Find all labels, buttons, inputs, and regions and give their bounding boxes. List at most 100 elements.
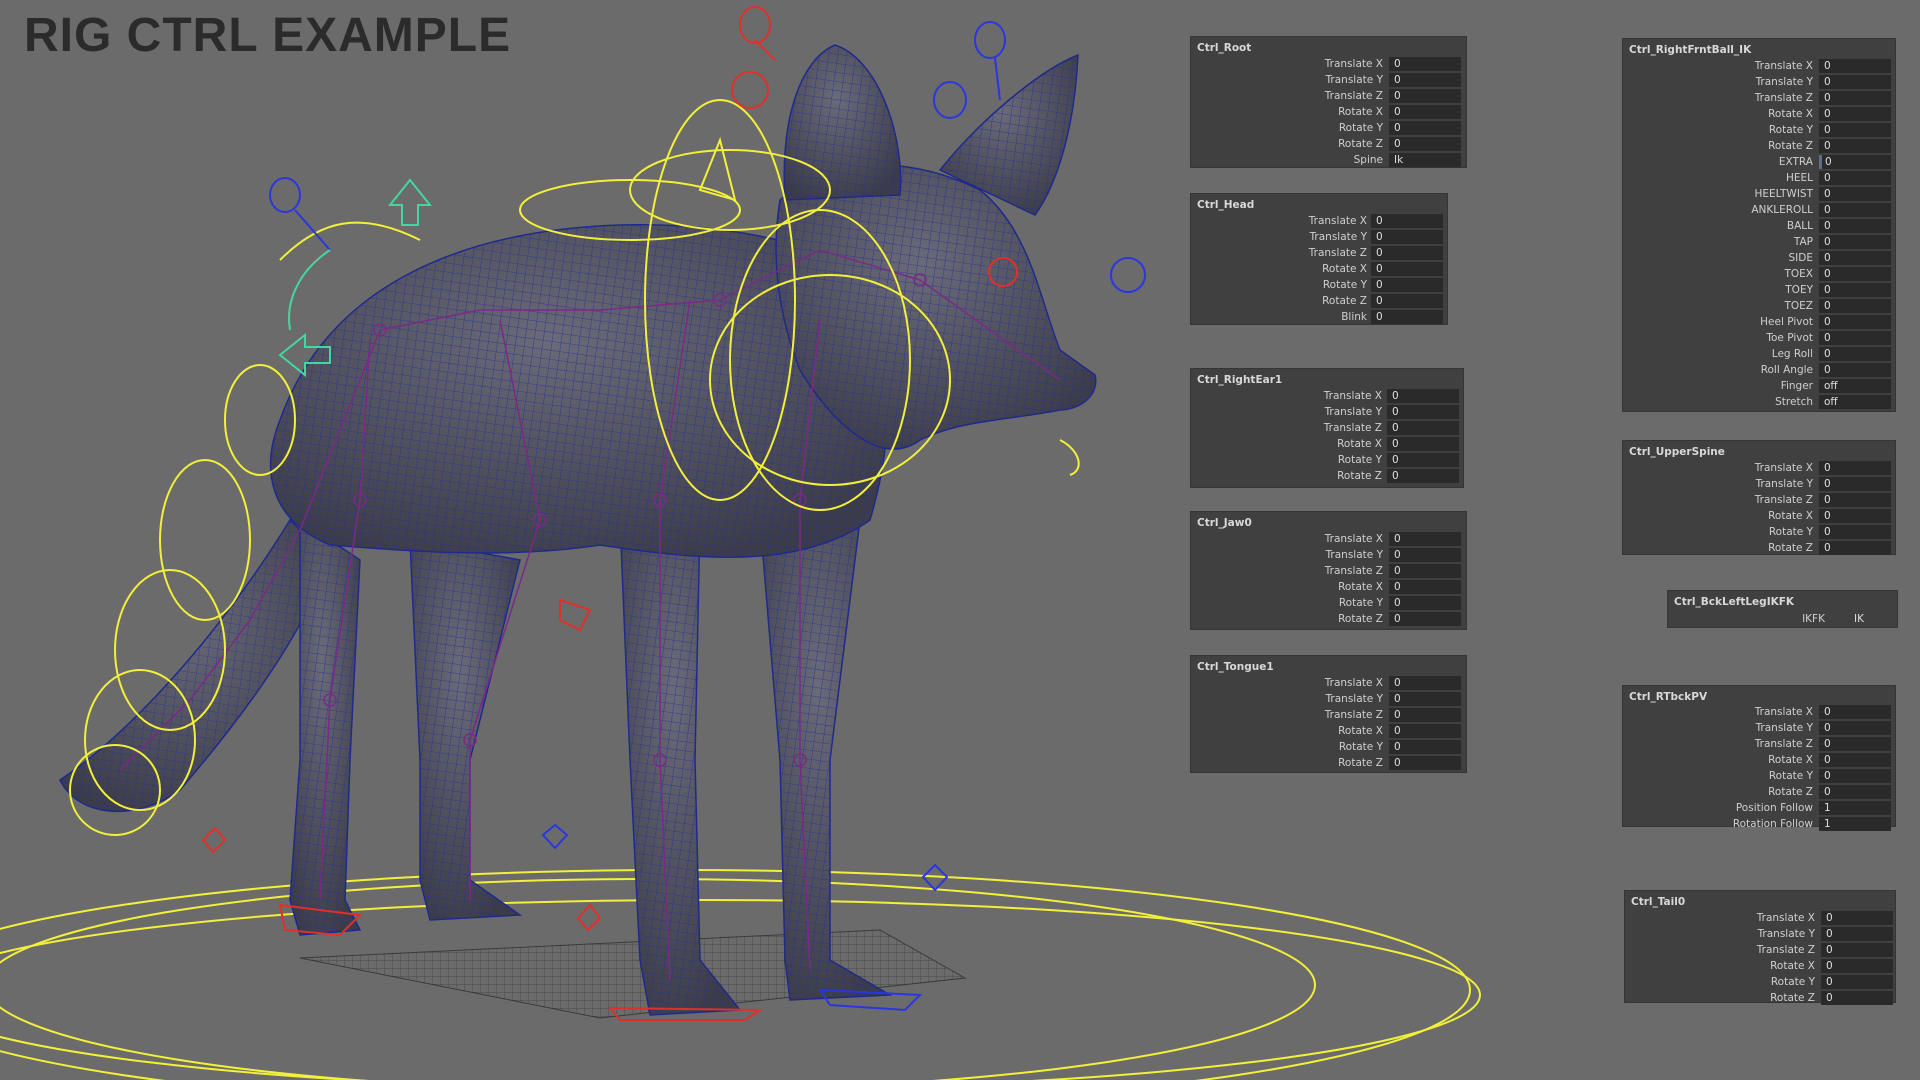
attribute-value-field[interactable]: 0: [1821, 975, 1893, 989]
attribute-value-field[interactable]: 0: [1387, 421, 1459, 435]
attribute-row: Position Follow 1: [1623, 800, 1895, 816]
attribute-value-field[interactable]: 0: [1819, 525, 1891, 539]
attribute-value-field[interactable]: 0: [1371, 294, 1443, 308]
attribute-value-field[interactable]: 0: [1819, 187, 1891, 201]
attribute-value-field[interactable]: 0: [1821, 991, 1893, 1005]
attribute-value-field[interactable]: 0: [1819, 493, 1891, 507]
attribute-value-field[interactable]: 0: [1819, 267, 1891, 281]
attribute-value-field[interactable]: 0: [1389, 756, 1461, 770]
attribute-value-field[interactable]: 0: [1389, 121, 1461, 135]
attribute-value-field[interactable]: 0: [1389, 708, 1461, 722]
attribute-label: Translate Y: [1325, 549, 1383, 561]
attribute-value-field[interactable]: IK: [1849, 612, 1889, 626]
attribute-value-field[interactable]: 1: [1819, 817, 1891, 831]
attribute-row: Rotate Z 0: [1623, 784, 1895, 800]
attribute-label: Spine: [1353, 154, 1383, 166]
panel-ctrl-tongue1: Ctrl_Tongue1 Translate X 0 Translate Y 0 Tran…: [1190, 655, 1467, 773]
attribute-value-field[interactable]: 0: [1819, 219, 1891, 233]
attribute-row: HEEL 0: [1623, 170, 1895, 186]
attribute-value-field[interactable]: 0: [1389, 89, 1461, 103]
attribute-value-field[interactable]: 0: [1819, 139, 1891, 153]
attribute-value-field[interactable]: 0: [1389, 137, 1461, 151]
attribute-value-field[interactable]: 0: [1819, 203, 1891, 217]
attribute-value-field[interactable]: 0: [1821, 911, 1893, 925]
attribute-value-field[interactable]: 0: [1819, 107, 1891, 121]
attribute-value-field[interactable]: 0: [1389, 724, 1461, 738]
attribute-value-field[interactable]: 0: [1389, 532, 1461, 546]
attribute-value-field[interactable]: 0: [1389, 692, 1461, 706]
attribute-value-field[interactable]: 0: [1389, 105, 1461, 119]
attribute-label: EXTRA: [1778, 156, 1813, 168]
attribute-value-field[interactable]: 0: [1389, 564, 1461, 578]
attribute-value-field[interactable]: 0: [1819, 75, 1891, 89]
attribute-value-field[interactable]: 0: [1821, 927, 1893, 941]
attribute-value-field[interactable]: 0: [1819, 235, 1891, 249]
attribute-value-field[interactable]: 0: [1389, 740, 1461, 754]
attribute-value-field[interactable]: 0: [1371, 230, 1443, 244]
attribute-value-field[interactable]: 0: [1819, 769, 1891, 783]
attribute-value-field[interactable]: 0: [1821, 959, 1893, 973]
attribute-value-field[interactable]: 0: [1389, 596, 1461, 610]
attribute-label: Rotate X: [1338, 581, 1383, 593]
attribute-value-field[interactable]: 1: [1819, 801, 1891, 815]
attribute-row: Translate Y 0: [1191, 691, 1466, 707]
attribute-value-field[interactable]: 0: [1819, 705, 1891, 719]
attribute-value-field[interactable]: 0: [1819, 315, 1891, 329]
attribute-value-field[interactable]: 0: [1389, 612, 1461, 626]
attribute-value-field[interactable]: 0: [1819, 721, 1891, 735]
attribute-value-field[interactable]: 0: [1387, 469, 1459, 483]
attribute-value-field[interactable]: 0: [1389, 548, 1461, 562]
attribute-value-field[interactable]: 0: [1819, 123, 1891, 137]
attribute-value-field[interactable]: 0: [1819, 477, 1891, 491]
attribute-row: Rotate Y 0: [1623, 122, 1895, 138]
attribute-value-field[interactable]: 0: [1389, 57, 1461, 71]
attribute-value-field[interactable]: Ik: [1389, 153, 1461, 167]
attribute-value-field[interactable]: 0: [1389, 676, 1461, 690]
attribute-row: Stretch off: [1623, 394, 1895, 410]
attribute-value-field[interactable]: 0: [1387, 405, 1459, 419]
attribute-value-field[interactable]: 0: [1819, 785, 1891, 799]
attribute-label: Rotate Y: [1770, 976, 1815, 988]
attribute-value-field[interactable]: 0: [1819, 541, 1891, 555]
attribute-value-field[interactable]: 0: [1819, 91, 1891, 105]
attribute-value-field[interactable]: 0: [1819, 363, 1891, 377]
attribute-value-field[interactable]: 0: [1819, 461, 1891, 475]
attribute-value-field[interactable]: 0: [1819, 283, 1891, 297]
attribute-value-field[interactable]: 0: [1371, 214, 1443, 228]
attribute-row: Toe Pivot 0: [1623, 330, 1895, 346]
attribute-value-field[interactable]: 0: [1819, 59, 1891, 73]
attribute-value-field[interactable]: 0: [1819, 251, 1891, 265]
attribute-value-field[interactable]: 0: [1819, 509, 1891, 523]
attribute-value-field[interactable]: 0: [1371, 246, 1443, 260]
attribute-label: Translate Z: [1754, 738, 1813, 750]
panel-title: Ctrl_UpperSpine: [1629, 446, 1725, 458]
attribute-value-field[interactable]: 0: [1821, 943, 1893, 957]
attribute-label: Rotate Z: [1768, 140, 1813, 152]
attribute-row: Blink 0: [1191, 309, 1447, 325]
attribute-value-field[interactable]: 0: [1389, 580, 1461, 594]
panel-title: Ctrl_Tongue1: [1197, 661, 1274, 673]
attribute-value-field[interactable]: 0: [1371, 278, 1443, 292]
attribute-label: Rotate Y: [1768, 124, 1813, 136]
attribute-value-field[interactable]: 0: [1387, 389, 1459, 403]
attribute-value-field[interactable]: off: [1819, 379, 1891, 393]
attribute-value-field[interactable]: 0: [1819, 347, 1891, 361]
attribute-value-field[interactable]: 0: [1387, 437, 1459, 451]
attribute-value-field[interactable]: 0: [1389, 73, 1461, 87]
attribute-row: Translate Y 0: [1623, 720, 1895, 736]
attribute-value-field[interactable]: 0: [1819, 753, 1891, 767]
attribute-value-field[interactable]: 0: [1819, 331, 1891, 345]
attribute-label: ANKLEROLL: [1751, 204, 1813, 216]
attribute-value-field[interactable]: 0: [1819, 171, 1891, 185]
attribute-value-field[interactable]: 0: [1371, 310, 1443, 324]
attribute-label: Translate Z: [1324, 565, 1383, 577]
attribute-value-field[interactable]: off: [1819, 395, 1891, 409]
attribute-value-field[interactable]: 0: [1371, 262, 1443, 276]
attribute-label: Rotate X: [1322, 263, 1367, 275]
attribute-label: Translate X: [1323, 390, 1382, 402]
attribute-label: Leg Roll: [1771, 348, 1813, 360]
attribute-value-field[interactable]: 0: [1387, 453, 1459, 467]
attribute-value-field[interactable]: 0: [1819, 737, 1891, 751]
attribute-value-field[interactable]: 0: [1819, 155, 1891, 169]
attribute-value-field[interactable]: 0: [1819, 299, 1891, 313]
